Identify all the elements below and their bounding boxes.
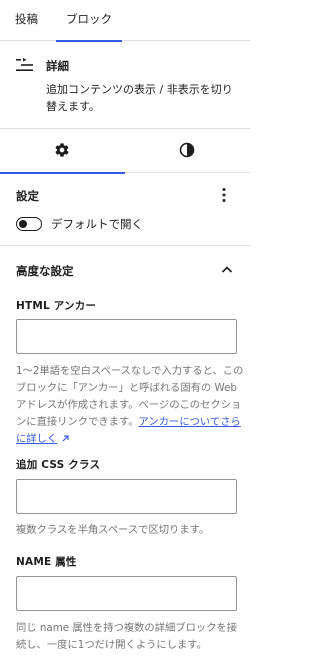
block-description: 追加コンテンツの表示 / 非表示を切り替えます。 <box>46 83 233 113</box>
css-class-help: 複数クラスを半角スペースで区切ります。 <box>16 524 210 536</box>
tab-block[interactable]: ブロック <box>56 0 122 42</box>
block-title: 詳細 <box>46 59 69 73</box>
advanced-panel: 高度な設定 HTML アンカー 1〜2単語を空白スペースなしで入力すると、このブ… <box>0 246 250 667</box>
tab-settings[interactable] <box>0 129 125 174</box>
gear-icon <box>55 143 69 157</box>
advanced-panel-toggle[interactable]: 高度な設定 <box>0 246 250 292</box>
html-anchor-help: 1〜2単語を空白スペースなしで入力すると、このブロックに「アンカー」と呼ばれる固… <box>16 363 244 448</box>
settings-panel-title: 設定 <box>16 189 39 203</box>
tab-styles[interactable] <box>125 129 250 173</box>
tab-block-label: ブロック <box>66 12 112 26</box>
name-attribute-input[interactable] <box>16 576 237 611</box>
settings-panel: 設定 デフォルトで開く <box>0 173 250 246</box>
name-attribute-label: NAME 属性 <box>16 556 77 568</box>
css-class-input[interactable] <box>16 479 237 514</box>
open-by-default-label: デフォルトで開く <box>51 217 143 231</box>
css-class-label: 追加 CSS クラス <box>16 459 101 471</box>
details-block-icon <box>16 58 33 71</box>
inspector-tabs <box>0 129 250 174</box>
sidebar-tabs: 投稿 ブロック <box>0 0 250 42</box>
block-card: 詳細 追加コンテンツの表示 / 非表示を切り替えます。 <box>0 41 250 129</box>
html-anchor-input[interactable] <box>16 319 237 354</box>
toggle-knob <box>18 219 27 228</box>
advanced-panel-title: 高度な設定 <box>16 264 74 278</box>
open-by-default-toggle[interactable] <box>16 217 42 231</box>
contrast-icon <box>179 142 195 158</box>
kebab-menu-icon[interactable] <box>214 185 234 205</box>
external-link-icon <box>62 435 69 442</box>
name-attribute-help: 同じ name 属性を持つ複数の詳細ブロックを接続し、一度に1つだけ開くようにし… <box>16 622 238 651</box>
html-anchor-label: HTML アンカー <box>16 300 97 312</box>
tab-post[interactable]: 投稿 <box>15 0 38 41</box>
chevron-up-icon <box>221 266 233 273</box>
